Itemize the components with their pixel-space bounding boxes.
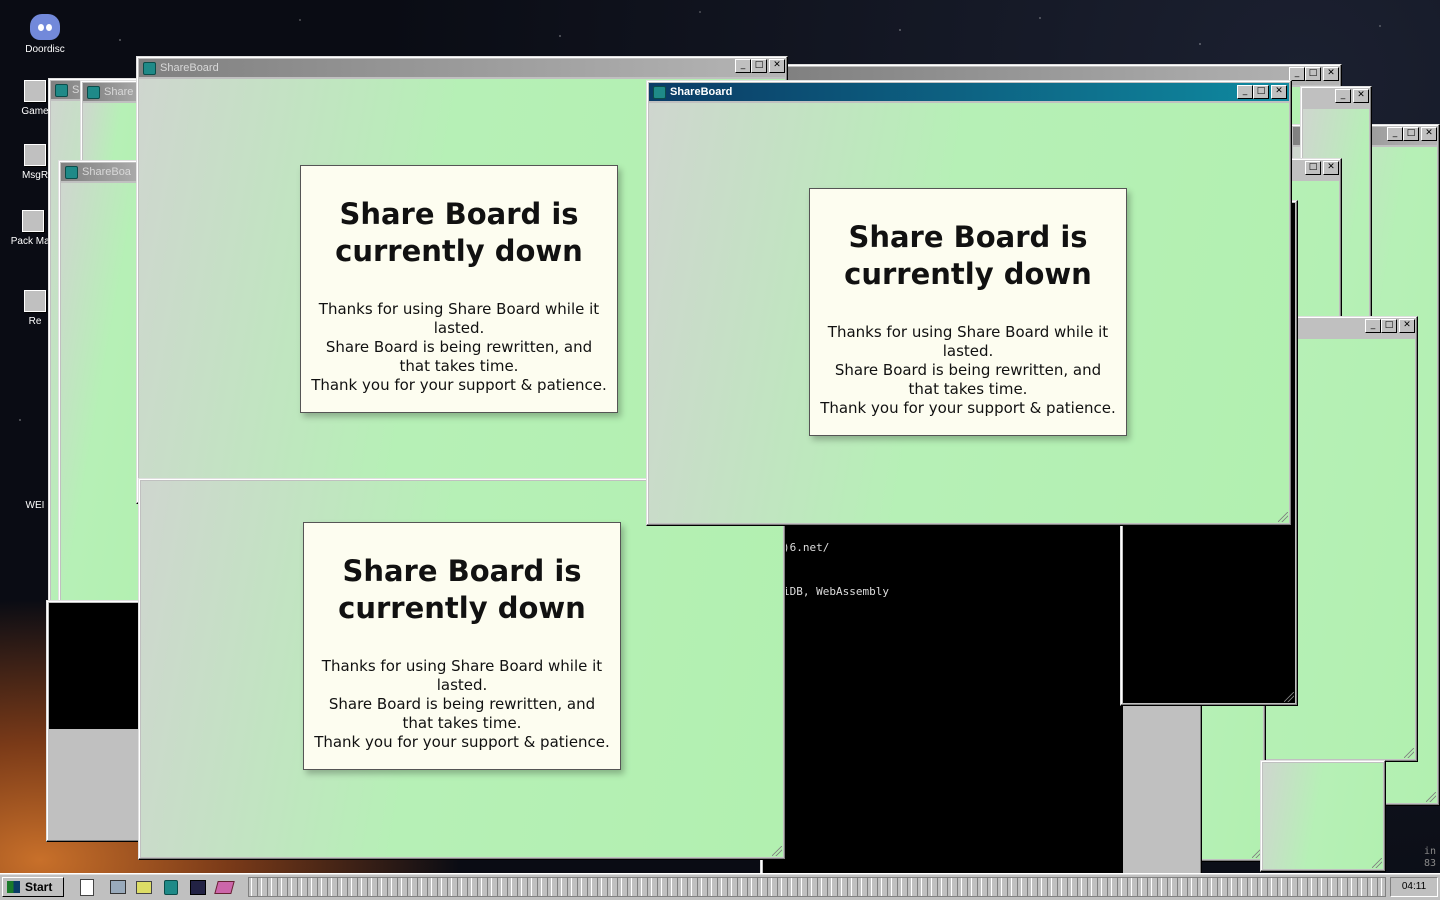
notice-line: Thanks for using Share Board while it la… <box>321 657 603 694</box>
shareboard-app-icon <box>87 86 100 99</box>
notice-heading: Share Board is currently down <box>338 554 586 625</box>
desktop-icon-label: Game <box>21 106 49 117</box>
notice-line: Share Board is being rewritten, and that… <box>325 338 593 375</box>
maximize-button[interactable]: □ <box>1305 67 1321 81</box>
minimize-button[interactable]: _ <box>735 59 751 73</box>
notepad-icon[interactable] <box>80 879 94 896</box>
resize-grip[interactable] <box>1372 858 1382 868</box>
minimize-button[interactable]: _ <box>1335 89 1351 103</box>
clock: 04:11 <box>1390 877 1438 897</box>
notice-line: Share Board is being rewritten, and that… <box>328 695 596 732</box>
notice-line: Thank you for your support & patience. <box>314 733 610 751</box>
minimize-button[interactable]: _ <box>1365 319 1381 333</box>
computer-icon[interactable] <box>110 880 126 894</box>
window-controls: _ ✕ <box>1335 89 1369 103</box>
titlebar[interactable]: ShareBoard <box>649 83 1289 101</box>
window-controls: _ □ ✕ <box>1237 85 1287 99</box>
maximize-button[interactable]: □ <box>751 59 767 73</box>
window-shareboard-main-2[interactable]: ShareBoard _ □ ✕ Share Board is currentl… <box>646 80 1292 526</box>
titlebar[interactable]: ShareBoard <box>139 59 785 77</box>
resize-grip[interactable] <box>772 846 782 856</box>
notice-line: Thank you for your support & patience. <box>820 399 1116 417</box>
start-label: Start <box>25 880 53 894</box>
edge-text: in 83 <box>1424 846 1437 869</box>
shareboard-app-icon <box>653 86 666 99</box>
desktop-icon-label: WEI <box>25 500 45 511</box>
close-button[interactable]: ✕ <box>1323 161 1339 175</box>
notice-card: Share Board is currently down Thanks for… <box>300 165 618 413</box>
terminal-client: )6.net/ iDB, WebAssembly <box>763 503 1123 879</box>
window-controls: _ □ ✕ <box>735 59 785 73</box>
paint-icon[interactable] <box>136 881 152 894</box>
book-icon[interactable] <box>214 881 235 894</box>
window-shareboard-bg-r7[interactable] <box>1260 760 1386 872</box>
taskbar-window-buttons[interactable] <box>248 877 1386 897</box>
start-button[interactable]: Start <box>2 877 64 897</box>
taskbar: Start 04:11 <box>0 873 1440 900</box>
shareboard-app-icon <box>55 84 68 97</box>
close-button[interactable]: ✕ <box>1271 85 1287 99</box>
notice-line: Thank you for your support & patience. <box>311 376 607 394</box>
game-icon <box>24 80 46 102</box>
desktop-icon-label: MsgR <box>21 170 49 181</box>
terminal-icon[interactable] <box>190 880 206 895</box>
terminal-line: )6.net/ <box>783 541 830 554</box>
close-button[interactable]: ✕ <box>1421 127 1437 141</box>
window-client <box>1263 763 1383 869</box>
shareboard-app-icon <box>143 62 156 75</box>
shareboard-icon[interactable] <box>164 880 178 895</box>
close-button[interactable]: ✕ <box>1323 67 1339 81</box>
messenger-icon <box>24 144 46 166</box>
minimize-button[interactable]: _ <box>1289 67 1305 81</box>
window-controls: □ ✕ <box>1305 161 1339 175</box>
close-button[interactable]: ✕ <box>1353 89 1369 103</box>
window-client: Share Board is currently down Thanks for… <box>649 103 1289 523</box>
maximize-button[interactable]: □ <box>1253 85 1269 99</box>
maximize-button[interactable]: □ <box>1305 161 1321 175</box>
start-logo-icon <box>7 881 20 893</box>
notice-heading: Share Board is currently down <box>335 197 583 268</box>
desktop-icon-doordisc[interactable]: Doordisc <box>10 14 80 55</box>
window-controls: _ □ ✕ <box>1365 319 1415 333</box>
terminal-line: iDB, WebAssembly <box>783 585 889 598</box>
notice-heading: Share Board is currently down <box>844 220 1092 291</box>
desktop-icon-label: Doordisc <box>25 44 65 55</box>
notice-card: Share Board is currently down Thanks for… <box>809 188 1127 436</box>
resize-grip[interactable] <box>1426 792 1436 802</box>
minimize-button[interactable]: _ <box>1387 127 1403 141</box>
shareboard-app-icon <box>65 166 78 179</box>
recycle-icon <box>24 290 46 312</box>
resize-grip[interactable] <box>1404 748 1414 758</box>
notice-line: Thanks for using Share Board while it la… <box>827 323 1109 360</box>
resize-grip[interactable] <box>1284 692 1294 702</box>
window-client: Share Board is currently down Thanks for… <box>141 481 783 857</box>
window-title: ShareBoard <box>160 62 219 74</box>
close-button[interactable]: ✕ <box>1399 319 1415 333</box>
notice-line: Share Board is being rewritten, and that… <box>834 361 1102 398</box>
window-title: ShareBoard <box>670 86 733 98</box>
desktop-icon-label: Re <box>28 316 42 327</box>
window-shareboard-main-3[interactable]: Share Board is currently down Thanks for… <box>138 478 786 860</box>
maximize-button[interactable]: □ <box>1403 127 1419 141</box>
minimize-button[interactable]: _ <box>1237 85 1253 99</box>
notice-card: Share Board is currently down Thanks for… <box>303 522 621 770</box>
window-controls: _ □ ✕ <box>1289 67 1339 81</box>
discord-icon <box>30 14 60 40</box>
resize-grip[interactable] <box>1278 512 1288 522</box>
package-icon <box>22 210 44 232</box>
notice-line: Thanks for using Share Board while it la… <box>318 300 600 337</box>
maximize-button[interactable]: □ <box>1381 319 1397 333</box>
close-button[interactable]: ✕ <box>769 59 785 73</box>
window-controls: _ □ ✕ <box>1387 127 1437 141</box>
